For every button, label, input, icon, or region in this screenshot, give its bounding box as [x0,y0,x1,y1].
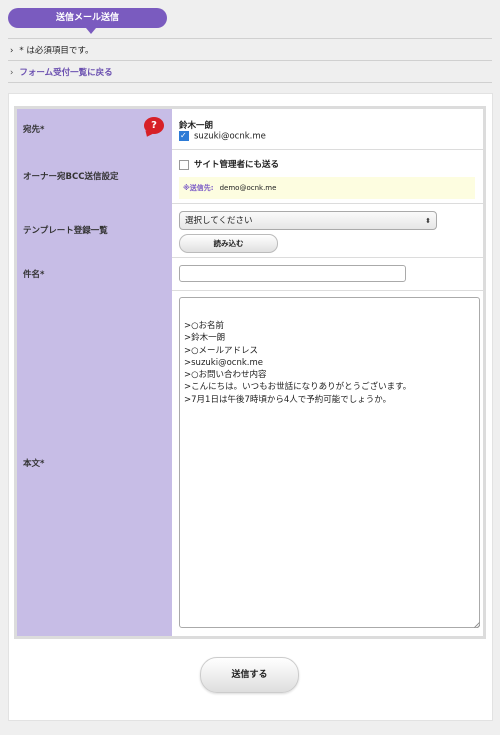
bcc-destination-email: demo@ocnk.me [219,184,277,192]
bcc-value: サイト管理者にも送る ※送信先: demo@ocnk.me [172,149,483,203]
bcc-checkbox-field[interactable]: サイト管理者にも送る [179,158,279,170]
bcc-checkbox-label[interactable]: サイト管理者にも送る [194,160,279,170]
subject-input[interactable] [179,265,406,282]
recipient-checkbox[interactable] [179,130,189,142]
template-label: テンプレート登録一覧 [17,203,172,257]
select-arrows-icon: ⬍ [425,217,431,225]
bcc-destination: ※送信先: demo@ocnk.me [179,177,475,199]
resize-handle-icon[interactable] [474,622,480,628]
title-tab-pointer [86,28,96,34]
bcc-checkbox[interactable] [179,159,189,170]
page-title-tab: 送信メール送信 [8,8,167,28]
body-value: >○お名前 >鈴木一朗 >○メールアドレス >suzuki@ocnk.me >○… [172,290,483,636]
subject-label: 件名* [17,257,172,290]
load-template-button[interactable]: 読み込む [179,234,278,253]
mail-form: 宛先* ? 鈴木一朗 suzuki@ocnk.me オーナー宛BCC送信設定 サ… [14,106,486,639]
body-label: 本文* [17,290,172,636]
back-link-text[interactable]: フォーム受付一覧に戻る [19,68,112,78]
bcc-destination-label: ※送信先: [183,184,214,192]
required-note: › * は必須項目です。 [10,44,94,56]
required-note-text: * は必須項目です。 [19,46,94,56]
divider [8,38,492,39]
row-bcc: オーナー宛BCC送信設定 サイト管理者にも送る ※送信先: demo@ocnk.m… [17,149,483,204]
template-select[interactable]: 選択してください ⬍ [179,211,437,230]
row-body: 本文* >○お名前 >鈴木一朗 >○メールアドレス >suzuki@ocnk.m… [17,290,483,636]
back-to-list-link[interactable]: › フォーム受付一覧に戻る [10,66,113,78]
chevron-right-icon: › [10,46,14,56]
recipient-value: 鈴木一朗 suzuki@ocnk.me [172,109,483,149]
help-icon[interactable]: ? [144,117,164,134]
subject-value [172,257,483,290]
bcc-label: オーナー宛BCC送信設定 [17,149,172,203]
send-button[interactable]: 送信する [200,657,299,693]
row-subject: 件名* [17,257,483,291]
template-value: 選択してください ⬍ 読み込む [172,203,483,257]
body-textarea[interactable]: >○お名前 >鈴木一朗 >○メールアドレス >suzuki@ocnk.me >○… [179,297,480,628]
row-recipient: 宛先* ? 鈴木一朗 suzuki@ocnk.me [17,109,483,150]
row-template: テンプレート登録一覧 選択してください ⬍ 読み込む [17,203,483,258]
divider [8,60,492,61]
recipient-email-text: suzuki@ocnk.me [194,131,266,142]
chevron-right-icon: › [10,68,14,78]
recipient-email[interactable]: suzuki@ocnk.me [179,130,266,142]
template-select-value: 選択してください [185,216,253,226]
divider [8,82,492,83]
